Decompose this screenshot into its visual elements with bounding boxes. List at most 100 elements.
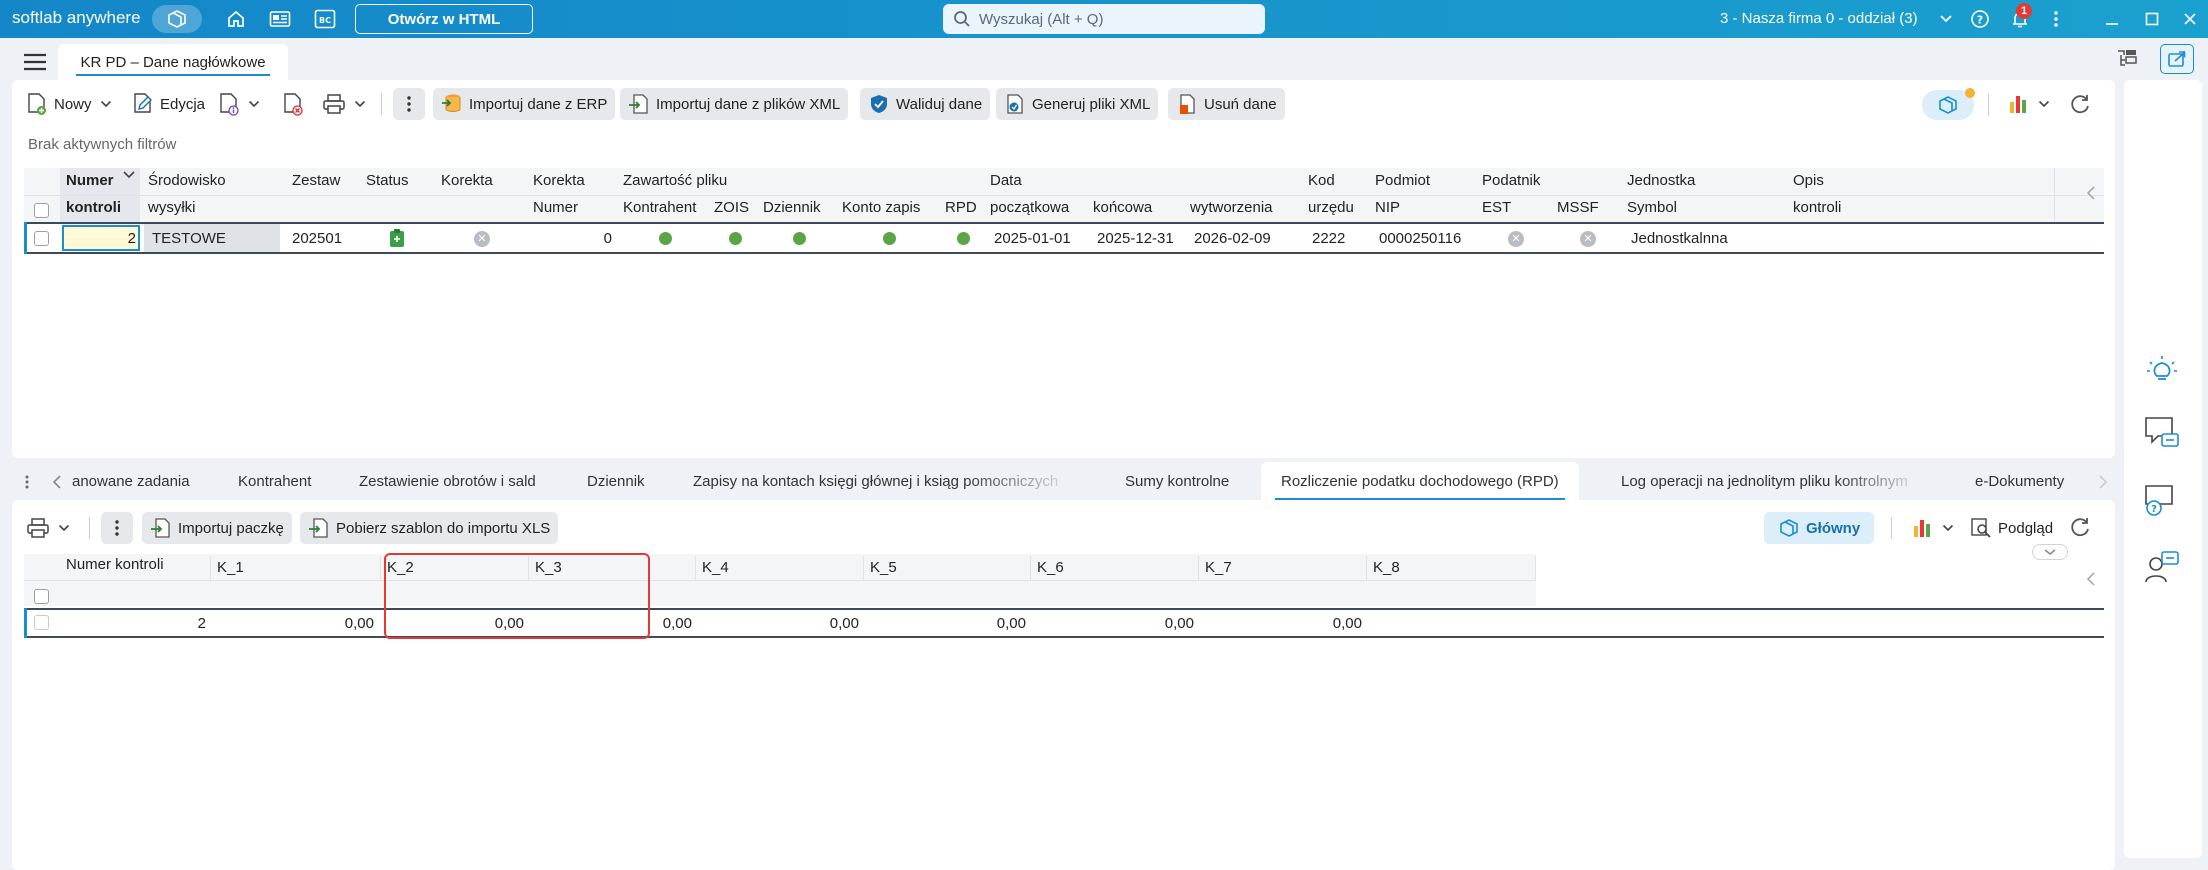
col-subheader-rpd[interactable]: RPD [945,199,977,216]
help-icon[interactable]: ? [1966,5,1994,33]
col-subheader-mssf[interactable]: MSSF [1557,199,1599,216]
bc-icon[interactable]: BC [311,5,339,33]
bottom-select-all-checkbox[interactable] [34,589,49,604]
tabs-scroll-left-icon[interactable] [52,475,62,489]
col-header-data[interactable]: Data [990,172,1022,189]
col-subheader-zois[interactable]: ZOIS [714,199,749,216]
col-header-korekta[interactable]: Korekta [441,172,493,189]
col-subheader-poczatkowa[interactable]: początkowa [990,199,1069,216]
col-header-numer-kontroli[interactable]: Numer kontroli [66,556,164,573]
refresh-icon[interactable] [2068,92,2092,116]
col-subheader-koncowa[interactable]: końcowa [1093,199,1152,216]
minimize-icon[interactable] [2098,5,2126,33]
folder-tree-icon[interactable] [2116,48,2138,68]
support-agent-icon[interactable] [2144,550,2180,586]
tab-zestawienie-obrotow[interactable]: Zestawienie obrotów i sald [359,462,536,500]
tab-rozliczenie-podatku[interactable]: Rozliczenie podatku dochodowego (RPD) [1261,462,1579,500]
col-header-korekta-numer[interactable]: Korekta [533,172,585,189]
maximize-icon[interactable] [2138,5,2166,33]
lightbulb-icon[interactable] [2145,354,2179,386]
col-header-k6[interactable]: K_6 [1037,559,1064,576]
col-subheader-kontroli[interactable]: kontroli [66,199,121,216]
tab-zapisy-na-kontach[interactable]: Zapisy na kontach księgi głównej i ksiąg… [693,462,1079,500]
import-erp-button[interactable]: Importuj dane z ERP [433,88,616,120]
delete-data-button[interactable]: Usuń dane [1168,88,1285,120]
sort-chevron-icon[interactable] [122,170,136,180]
company-chevron-down-icon[interactable] [1932,5,1960,33]
bottom-collapse-left-icon[interactable] [2086,572,2096,586]
share-button[interactable] [2160,44,2194,74]
tabs-scroll-right-icon[interactable] [2098,475,2108,489]
col-header-podatnik[interactable]: Podatnik [1482,172,1540,189]
col-subheader-est[interactable]: EST [1482,199,1511,216]
col-subheader-wytworzenia[interactable]: wytworzenia [1190,199,1273,216]
tabs-more-icon[interactable] [24,474,30,490]
col-subheader-konto-zapis[interactable]: Konto zapis [842,199,920,216]
col-header-k5[interactable]: K_5 [870,559,897,576]
delete-document-button[interactable] [274,88,312,120]
chart-button[interactable] [2000,88,2058,120]
col-header-zawartosc[interactable]: Zawartość pliku [623,172,727,189]
tab-kr-pd-dane-naglowkowe[interactable]: KR PD – Dane nagłówkowe [58,44,288,80]
bottom-more-actions-button[interactable] [101,512,133,544]
col-subheader-dziennik[interactable]: Dziennik [763,199,821,216]
tab-log-operacji[interactable]: Log operacji na jednolitym pliku kontrol… [1621,462,1926,500]
download-xls-template-button[interactable]: Pobierz szablon do importu XLS [300,512,559,544]
tab-e-dokumenty[interactable]: e-Dokumenty [1975,462,2064,500]
import-xml-button[interactable]: Importuj dane z plików XML [620,88,849,120]
search-input[interactable]: Wyszukaj (Alt + Q) [943,4,1265,34]
col-header-k7[interactable]: K_7 [1205,559,1232,576]
col-header-numer[interactable]: Numer [66,172,114,189]
row-checkbox[interactable] [34,231,49,246]
col-header-k4[interactable]: K_4 [702,559,729,576]
open-in-html-button[interactable]: Otwórz w HTML [355,4,533,34]
document-info-button[interactable] [210,88,268,120]
col-subheader-numer[interactable]: Numer [533,199,578,216]
tab-dziennik[interactable]: Dziennik [587,462,645,500]
col-header-srodowisko[interactable]: Środowisko [148,172,226,189]
tab-kontrahent[interactable]: Kontrahent [238,462,311,500]
expand-header-button[interactable] [2032,544,2068,560]
col-header-podmiot[interactable]: Podmiot [1375,172,1430,189]
row-checkbox[interactable] [34,615,49,630]
col-subheader-wysylki[interactable]: wysyłki [148,199,196,216]
col-subheader-kontrahent[interactable]: Kontrahent [623,199,696,216]
home-icon[interactable] [222,5,250,33]
col-header-opis[interactable]: Opis [1793,172,1824,189]
col-header-jednostka[interactable]: Jednostka [1627,172,1695,189]
more-actions-button[interactable] [393,88,425,120]
col-subheader-symbol[interactable]: Symbol [1627,199,1677,216]
collapse-left-icon[interactable] [2086,186,2096,200]
preview-button[interactable]: Podgląd [1962,512,2061,544]
print-button[interactable] [314,88,374,120]
chat-feedback-icon[interactable] [2144,416,2180,450]
workspace-pill-button[interactable] [152,5,202,33]
select-all-checkbox[interactable] [34,203,49,218]
col-subheader-opis-kontroli[interactable]: kontroli [1793,199,1841,216]
bottom-print-button[interactable] [18,512,78,544]
col-header-k1[interactable]: K_1 [217,559,244,576]
more-vertical-icon[interactable] [2042,5,2070,33]
svg-text:?: ? [1977,14,1983,27]
col-header-kod[interactable]: Kod [1308,172,1335,189]
import-package-button[interactable]: Importuj paczkę [142,512,292,544]
close-icon[interactable] [2176,5,2204,33]
generate-xml-button[interactable]: Generuj pliki XML [996,88,1159,120]
company-selector[interactable]: 3 - Nasza firma 0 - oddział (3) [1720,10,1918,27]
hamburger-menu-icon[interactable] [22,52,48,72]
col-header-k8[interactable]: K_8 [1373,559,1400,576]
help-chat-icon[interactable]: ? [2144,484,2180,518]
new-button[interactable]: Nowy [18,88,120,120]
main-view-button[interactable]: Główny [1764,512,1875,544]
validate-button[interactable]: Waliduj dane [860,88,991,120]
news-icon[interactable] [266,5,294,33]
col-subheader-nip[interactable]: NIP [1375,199,1400,216]
bottom-refresh-icon[interactable] [2068,515,2092,539]
edit-button[interactable]: Edycja [124,88,213,120]
tab-sumy-kontrolne[interactable]: Sumy kontrolne [1125,462,1229,500]
bottom-chart-button[interactable] [1904,512,1962,544]
col-subheader-urzedu[interactable]: urzędu [1308,199,1354,216]
tab-zaplanowane-zadania[interactable]: anowane zadania [72,462,190,500]
col-header-zestaw[interactable]: Zestaw [292,172,340,189]
col-header-status[interactable]: Status [366,172,409,189]
